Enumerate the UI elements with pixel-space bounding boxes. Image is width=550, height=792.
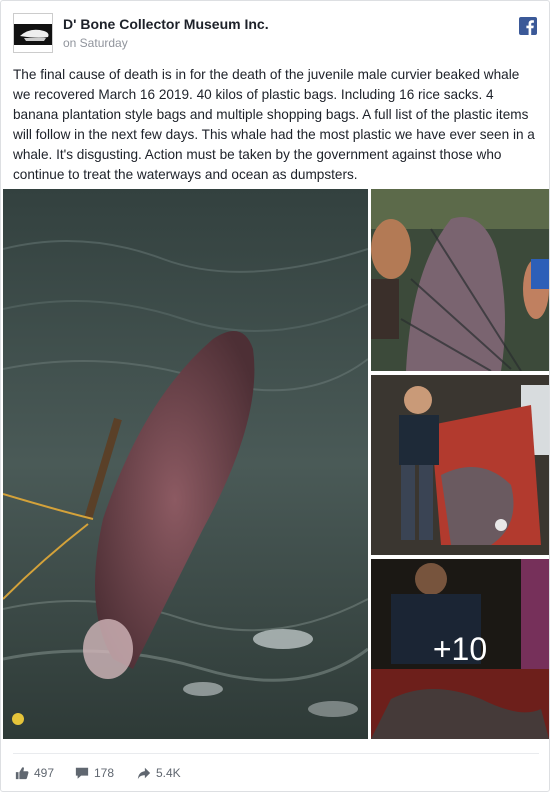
main-whale-photo[interactable]	[3, 189, 368, 739]
post-footer: 497 178 5.4K	[13, 753, 539, 789]
page-name-link[interactable]: D' Bone Collector Museum Inc.	[63, 16, 269, 32]
comment-count[interactable]: 178	[75, 766, 114, 780]
like-count-value: 497	[34, 766, 55, 780]
post-timestamp[interactable]: on Saturday	[63, 36, 128, 50]
comment-count-value: 178	[94, 766, 115, 780]
like-count[interactable]: 497	[15, 766, 54, 780]
page-avatar[interactable]	[13, 13, 53, 53]
avatar-logo-icon	[14, 14, 52, 52]
more-photos-count: +10	[371, 559, 549, 739]
facebook-logo-icon[interactable]	[519, 17, 537, 35]
post-body-text: The final cause of death is in for the d…	[13, 67, 535, 182]
whale-cart-photo[interactable]	[371, 375, 549, 555]
facebook-post-card: D' Bone Collector Museum Inc. on Saturda…	[0, 0, 550, 792]
share-count-value: 5.4K	[156, 766, 181, 780]
share-icon	[137, 767, 151, 780]
whale-rope-photo[interactable]	[371, 189, 549, 371]
comment-icon	[75, 767, 89, 779]
share-count[interactable]: 5.4K	[137, 766, 181, 780]
like-icon	[15, 767, 29, 780]
more-photos-tile[interactable]: +10	[371, 559, 549, 739]
post-header: D' Bone Collector Museum Inc. on Saturda…	[13, 13, 539, 55]
